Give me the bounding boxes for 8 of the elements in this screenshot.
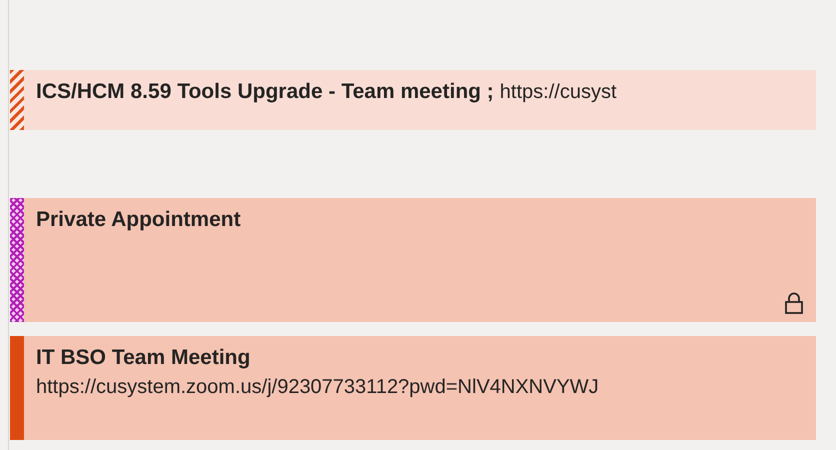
event-title: Private Appointment bbox=[36, 208, 241, 232]
calendar-event[interactable]: IT BSO Team Meeting https://cusystem.zoom.us/j/92307733112?pwd=NlV4NXNVYWJ bbox=[10, 336, 816, 440]
event-title: ICS/HCM 8.59 Tools Upgrade - Team meeting ; bbox=[36, 80, 494, 104]
event-location: https://cusystem.zoom.us/j/92307733112?pwd=NlV4NXNVYWJ bbox=[36, 376, 600, 399]
event-title: IT BSO Team Meeting bbox=[36, 346, 252, 370]
calendar-event[interactable]: ICS/HCM 8.59 Tools Upgrade - Team meeting ; https://cusyst bbox=[10, 70, 816, 130]
calendar-event[interactable]: Private Appointment bbox=[10, 198, 816, 322]
event-location: https://cusyst bbox=[500, 81, 617, 104]
